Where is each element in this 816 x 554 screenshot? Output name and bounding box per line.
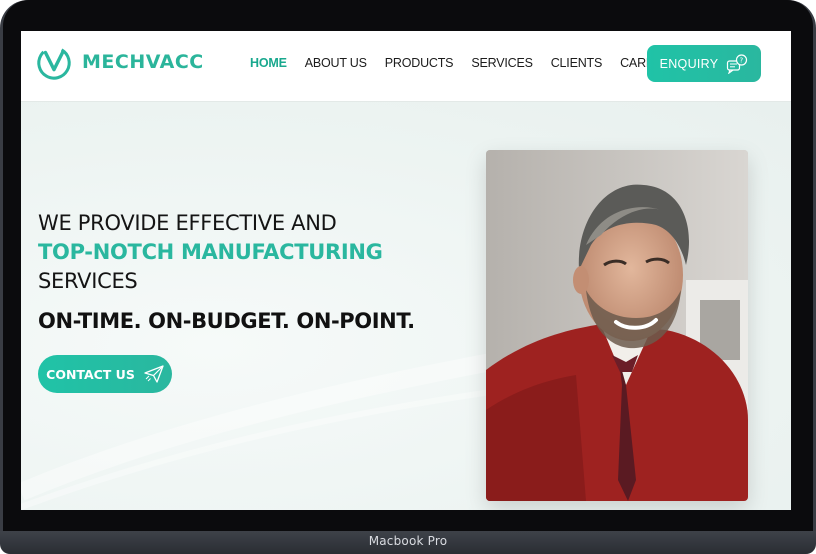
man-portrait-image bbox=[486, 150, 748, 501]
hero-line-1: WE PROVIDE EFFECTIVE AND bbox=[38, 211, 337, 235]
hero-headline: WE PROVIDE EFFECTIVE AND TOP-NOTCH MANUF… bbox=[38, 209, 383, 296]
top-navbar: MECHVACC HOME ABOUT US PRODUCTS SERVICES… bbox=[21, 31, 791, 102]
hero-tagline: ON-TIME. ON-BUDGET. ON-POINT. bbox=[38, 309, 415, 333]
contact-us-button[interactable]: CONTACT US bbox=[38, 355, 172, 393]
nav-about-us[interactable]: ABOUT US bbox=[305, 56, 367, 70]
brand-logo[interactable]: MECHVACC bbox=[35, 43, 204, 81]
nav-home[interactable]: HOME bbox=[250, 56, 287, 70]
laptop-frame: Macbook Pro MECHVACC HOME ABOUT US PRODU… bbox=[0, 0, 816, 554]
chat-question-icon: ? bbox=[727, 53, 748, 74]
enquiry-button[interactable]: ENQUIRY ? bbox=[647, 45, 761, 82]
nav-services[interactable]: SERVICES bbox=[471, 56, 533, 70]
paper-plane-icon bbox=[144, 365, 164, 383]
hero-line-2: TOP-NOTCH MANUFACTURING bbox=[38, 240, 383, 264]
brand-name: MECHVACC bbox=[82, 51, 204, 73]
device-label: Macbook Pro bbox=[368, 534, 448, 548]
nav-products[interactable]: PRODUCTS bbox=[385, 56, 454, 70]
contact-us-label: CONTACT US bbox=[46, 366, 135, 382]
background-swoosh bbox=[21, 353, 491, 510]
enquiry-label: ENQUIRY bbox=[659, 56, 719, 71]
hero-line-3: SERVICES bbox=[38, 269, 138, 293]
main-nav: HOME ABOUT US PRODUCTS SERVICES CLIENTS … bbox=[250, 56, 698, 70]
website-screen: MECHVACC HOME ABOUT US PRODUCTS SERVICES… bbox=[21, 31, 791, 510]
svg-text:?: ? bbox=[740, 56, 744, 64]
logo-icon bbox=[37, 46, 71, 80]
nav-clients[interactable]: CLIENTS bbox=[551, 56, 603, 70]
hero-photo bbox=[486, 150, 748, 501]
